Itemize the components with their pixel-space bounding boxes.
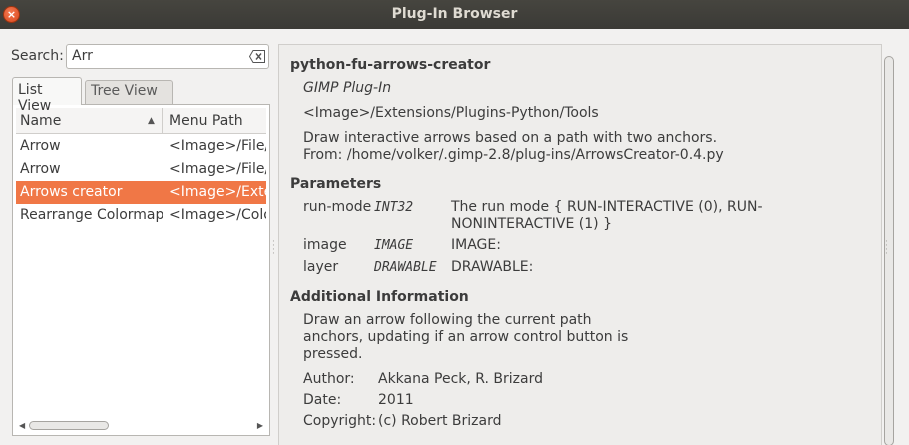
help-line-1: Draw an arrow following the current path	[303, 312, 592, 328]
row-name: Rearrange Colormap	[20, 207, 163, 223]
copyright-value: (c) Robert Brizard	[378, 413, 502, 429]
parameters-heading: Parameters	[290, 176, 382, 192]
sort-ascending-icon: ▲	[148, 116, 155, 126]
blurb-line-1: Draw interactive arrows based on a path …	[303, 130, 718, 146]
pane-splitter-handle[interactable]: · · · ·	[885, 238, 888, 259]
menu-path: <Image>/Extensions/Plugins-Python/Tools	[303, 105, 599, 121]
param-type: IMAGE	[374, 238, 414, 253]
tab-tree-view[interactable]: Tree View	[85, 80, 173, 104]
param-description: DRAWABLE:	[451, 259, 534, 275]
param-description: IMAGE:	[451, 237, 501, 253]
row-menu-path: <Image>/Exten	[169, 184, 266, 200]
plugin-list: Name ▲ Menu Path Arrow <Image>/File/C Ar…	[12, 104, 270, 436]
search-label: Search:	[11, 48, 64, 64]
row-menu-path: <Image>/File/C	[169, 161, 266, 177]
row-menu-path: <Image>/Color	[169, 207, 266, 223]
procedure-type: GIMP Plug-In	[303, 80, 392, 96]
help-line-3: pressed.	[303, 346, 363, 362]
search-value: Arr	[72, 48, 93, 64]
search-input[interactable]: Arr	[66, 44, 269, 69]
copyright-label: Copyright:	[303, 413, 377, 429]
param-description-cont: NONINTERACTIVE (1) }	[451, 216, 612, 232]
row-name: Arrow	[20, 138, 61, 154]
clear-text-icon[interactable]	[249, 50, 265, 63]
scroll-right-icon[interactable]: ▶	[257, 419, 263, 432]
column-name-label: Name	[20, 113, 62, 129]
row-name: Arrow	[20, 161, 61, 177]
list-rows: Arrow <Image>/File/C Arrow <Image>/File/…	[16, 135, 266, 227]
param-name: layer	[303, 259, 339, 275]
help-line-2: anchors, updating if an arrow control bu…	[303, 329, 629, 345]
table-row[interactable]: Arrow <Image>/File/C	[16, 135, 266, 158]
pane-splitter-handle[interactable]: · · · ·	[272, 238, 275, 259]
param-name: image	[303, 237, 347, 253]
scroll-left-icon[interactable]: ◀	[19, 419, 25, 432]
table-row[interactable]: Rearrange Colormap <Image>/Color	[16, 204, 266, 227]
horizontal-scrollbar[interactable]: ◀ ▶	[16, 419, 266, 432]
param-name: run-mode	[303, 199, 372, 215]
list-header: Name ▲ Menu Path	[16, 108, 266, 134]
author-label: Author:	[303, 371, 355, 387]
tab-list-view[interactable]: List View	[12, 77, 82, 114]
scrollbar-thumb[interactable]	[29, 421, 109, 430]
additional-info-heading: Additional Information	[290, 289, 469, 305]
procedure-name: python-fu-arrows-creator	[290, 57, 491, 73]
table-row[interactable]: Arrow <Image>/File/C	[16, 158, 266, 181]
author-value: Akkana Peck, R. Brizard	[378, 371, 543, 387]
window-title: Plug-In Browser	[391, 6, 518, 22]
param-type: DRAWABLE	[374, 260, 437, 275]
title-bar: × Plug-In Browser	[0, 0, 909, 29]
param-type: INT32	[374, 200, 414, 215]
date-label: Date:	[303, 392, 342, 408]
row-name: Arrows creator	[20, 184, 123, 200]
row-menu-path: <Image>/File/C	[169, 138, 266, 154]
column-header-menu-path[interactable]: Menu Path	[164, 108, 266, 134]
close-icon[interactable]: ×	[3, 6, 20, 23]
date-value: 2011	[378, 392, 414, 408]
blurb-line-2: From: /home/volker/.gimp-2.8/plug-ins/Ar…	[303, 147, 724, 163]
param-description: The run mode { RUN-INTERACTIVE (0), RUN-	[451, 199, 763, 215]
table-row-selected[interactable]: Arrows creator <Image>/Exten	[16, 181, 266, 204]
